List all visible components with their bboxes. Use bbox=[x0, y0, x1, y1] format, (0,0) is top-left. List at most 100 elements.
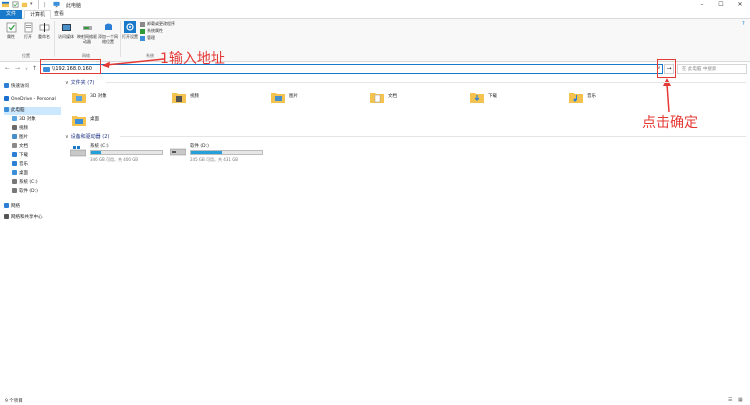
properties-label: 属性 bbox=[7, 34, 15, 39]
ribbon-separator bbox=[54, 21, 55, 57]
forward-arrow-icon[interactable]: → bbox=[15, 65, 20, 72]
sidebar-item-downloads[interactable]: 下载 bbox=[12, 152, 28, 160]
drive-free-space: 245 GB 可用，共 431 GB bbox=[190, 157, 239, 162]
folders-section-header[interactable]: ∨ 文件夹 (7) bbox=[65, 79, 94, 86]
maximize-button[interactable]: ☐ bbox=[712, 0, 730, 9]
folders-section-title: 文件夹 (7) bbox=[70, 80, 95, 86]
sidebar-item-network-sharing-center[interactable]: 网络和共享中心 bbox=[4, 214, 43, 222]
computer-title-icon bbox=[53, 1, 60, 8]
open-button[interactable]: 打开 bbox=[20, 22, 36, 39]
navigation-pane: 快速访问 OneDrive - Personal 此电脑 3D 对象 视频 图片… bbox=[0, 78, 62, 398]
sidebar-item-pictures[interactable]: 图片 bbox=[12, 134, 28, 142]
video-folder-icon bbox=[172, 93, 186, 103]
properties-quick-icon[interactable] bbox=[12, 1, 19, 8]
folder-3d-objects[interactable]: 3D 对象 bbox=[72, 88, 152, 108]
manage-item[interactable]: 管理 bbox=[140, 35, 155, 41]
rename-button[interactable]: 重命名 bbox=[36, 22, 52, 39]
sidebar-item-videos[interactable]: 视频 bbox=[12, 125, 28, 133]
details-view-icon[interactable]: ☰ bbox=[728, 397, 732, 403]
download-icon bbox=[12, 152, 17, 157]
group-location-label: 位置 bbox=[22, 53, 30, 58]
sidebar-item-documents[interactable]: 文档 bbox=[12, 143, 28, 151]
open-settings-button[interactable]: 打开设置 bbox=[122, 21, 138, 39]
folder-label: 文档 bbox=[388, 94, 397, 99]
sidebar-label: 图片 bbox=[19, 135, 28, 140]
help-icon[interactable]: ? bbox=[742, 21, 745, 27]
system-properties-icon bbox=[140, 28, 145, 34]
sidebar-label: 软件 (D:) bbox=[19, 189, 38, 194]
network-icon bbox=[4, 203, 9, 208]
sidebar-item-3d-objects[interactable]: 3D 对象 bbox=[12, 116, 36, 124]
access-media-button[interactable]: 访问媒体 bbox=[57, 22, 75, 39]
back-arrow-icon[interactable]: ← bbox=[5, 65, 10, 72]
folder-label: 下载 bbox=[488, 94, 497, 99]
section-divider bbox=[120, 136, 746, 137]
sidebar-item-music[interactable]: 音乐 bbox=[12, 161, 28, 169]
close-button[interactable]: ✕ bbox=[731, 0, 749, 9]
sidebar-label: 系统 (C:) bbox=[19, 180, 38, 185]
sidebar-item-drive-d[interactable]: 软件 (D:) bbox=[12, 188, 38, 196]
quick-access-dropdown-icon[interactable]: ▾ bbox=[30, 1, 33, 7]
drives-section-title: 设备和驱动器 (2) bbox=[70, 134, 110, 140]
folder-videos[interactable]: 视频 bbox=[172, 88, 252, 108]
address-annotation: 1输入地址 bbox=[160, 51, 225, 67]
document-icon bbox=[12, 143, 17, 148]
new-folder-quick-icon[interactable] bbox=[21, 1, 28, 8]
chevron-down-icon: ∨ bbox=[65, 80, 69, 86]
3d-objects-folder-icon bbox=[72, 93, 86, 103]
folder-music[interactable]: 音乐 bbox=[569, 88, 649, 108]
sidebar-item-drive-c[interactable]: 系统 (C:) bbox=[12, 179, 38, 187]
minimize-button[interactable]: – bbox=[693, 0, 711, 9]
sidebar-item-desktop[interactable]: 桌面 bbox=[12, 170, 28, 178]
properties-button[interactable]: 属性 bbox=[3, 22, 19, 39]
section-divider bbox=[106, 82, 746, 83]
desktop-icon bbox=[12, 170, 17, 175]
video-icon bbox=[12, 125, 17, 130]
map-drive-button[interactable]: 映射网络驱动器 bbox=[77, 22, 97, 44]
star-icon bbox=[4, 83, 9, 88]
uninstall-programs-label: 卸载或更改程序 bbox=[147, 21, 175, 26]
folder-downloads[interactable]: 下载 bbox=[470, 88, 550, 108]
open-icon bbox=[24, 22, 32, 33]
sidebar-label: 视频 bbox=[19, 126, 28, 131]
recent-dropdown-icon[interactable]: ∨ bbox=[25, 66, 28, 71]
tab-file[interactable]: 文件 bbox=[0, 10, 22, 19]
search-box[interactable]: 在 此电脑 中搜索 bbox=[677, 64, 747, 74]
picture-folder-icon bbox=[271, 93, 285, 103]
folder-label: 桌面 bbox=[90, 117, 99, 122]
drive-c[interactable]: 系统 (C:) 346 GB 可用，共 400 GB bbox=[70, 143, 165, 165]
folder-desktop[interactable]: 桌面 bbox=[72, 111, 152, 131]
drive-label: 软件 (D:) bbox=[190, 144, 209, 149]
network-location-icon bbox=[104, 23, 112, 30]
title-bar: ▾ | 此电脑 – ☐ ✕ bbox=[0, 0, 750, 10]
folder-documents[interactable]: 文档 bbox=[370, 88, 450, 108]
status-bar: 9 个项目 ☰ ▦ bbox=[0, 397, 750, 405]
drive-d[interactable]: 软件 (D:) 245 GB 可用，共 431 GB bbox=[170, 143, 265, 165]
folder-label: 图片 bbox=[289, 94, 298, 99]
tab-computer[interactable]: 计算机 bbox=[24, 10, 52, 19]
sidebar-item-network[interactable]: 网络 bbox=[4, 203, 20, 211]
system-properties-label: 系统属性 bbox=[147, 28, 163, 33]
sidebar-item-quick-access[interactable]: 快速访问 bbox=[4, 83, 29, 91]
large-icons-view-icon[interactable]: ▦ bbox=[738, 397, 743, 403]
folder-pictures[interactable]: 图片 bbox=[271, 88, 351, 108]
uninstall-icon bbox=[140, 21, 145, 27]
tab-view[interactable]: 查看 bbox=[49, 10, 69, 19]
sidebar-item-this-pc[interactable]: 此电脑 bbox=[4, 107, 61, 115]
sidebar-item-onedrive[interactable]: OneDrive - Personal bbox=[4, 96, 62, 104]
drive-usage-fill bbox=[91, 151, 101, 154]
drives-section-header[interactable]: ∨ 设备和驱动器 (2) bbox=[65, 133, 109, 140]
uninstall-programs-item[interactable]: 卸载或更改程序 bbox=[140, 21, 175, 27]
up-arrow-icon[interactable]: ↑ bbox=[32, 65, 37, 72]
add-network-location-button[interactable]: 添加一个网络位置 bbox=[98, 22, 118, 44]
document-folder-icon bbox=[370, 93, 384, 103]
music-folder-icon bbox=[569, 93, 583, 103]
cloud-icon bbox=[4, 96, 9, 101]
picture-icon bbox=[12, 134, 17, 139]
drive-icon bbox=[12, 179, 17, 184]
sidebar-label: 下载 bbox=[19, 153, 28, 158]
sidebar-label: 网络 bbox=[11, 204, 20, 209]
sidebar-label: 文档 bbox=[19, 144, 28, 149]
media-icon bbox=[61, 24, 71, 31]
system-properties-item[interactable]: 系统属性 bbox=[140, 28, 163, 34]
